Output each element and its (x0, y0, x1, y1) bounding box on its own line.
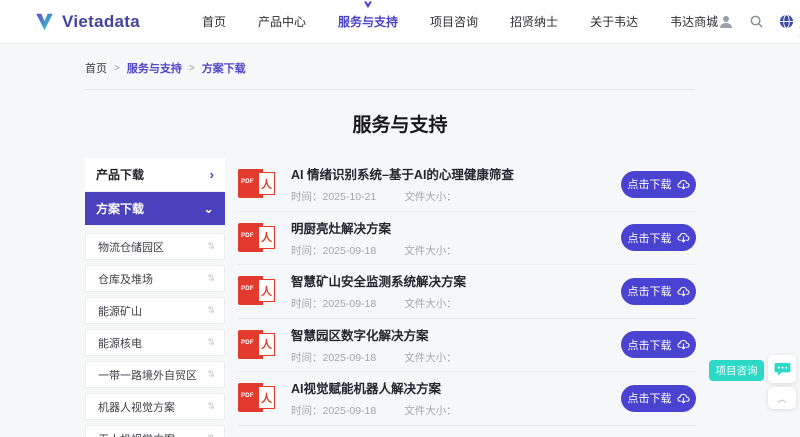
download-button[interactable]: 点击下载 (621, 385, 696, 412)
download-list: PDF 人 AI 情绪识别系统–基于AI的心理健康筛查 时间：2025-10-2… (238, 158, 696, 437)
download-button[interactable]: 点击下载 (621, 331, 696, 358)
list-item-icon: ⇅ (207, 433, 215, 437)
brand-logo[interactable]: Vietadata (33, 11, 140, 33)
chat-bubble-icon (774, 362, 791, 377)
header-actions: 中文 ∨ (718, 5, 800, 39)
download-title[interactable]: 智慧园区数字化解决方案 (291, 325, 457, 344)
nav-item-about[interactable]: 关于韦达 (590, 13, 638, 30)
download-cloud-icon (677, 393, 690, 404)
download-row: PDF 人 AI视觉赋能机器人解决方案 时间：2025-09-18 文件大小： … (238, 372, 696, 426)
download-button[interactable]: 点击下载 (621, 278, 696, 305)
pdf-file-icon: PDF 人 (238, 221, 278, 255)
list-item-icon: ⇅ (207, 369, 215, 380)
breadcrumb: 首页 > 服务与支持 > 方案下载 (85, 60, 695, 90)
nav-item-mall[interactable]: 韦达商城 (670, 13, 718, 30)
language-switcher[interactable]: 中文 ∨ (779, 5, 800, 39)
download-cloud-icon (677, 286, 690, 297)
download-row: PDF 人 智慧园区数字化解决方案 时间：2025-09-18 文件大小： 点击… (238, 319, 696, 373)
sidebar-item-list: 物流仓储园区 ⇅ 仓库及堆场 ⇅ 能源矿山 ⇅ 能源核电 ⇅ 一带一路境外自贸区… (85, 233, 225, 437)
project-consult-button[interactable]: 项目咨询 (709, 360, 764, 381)
pdf-file-icon: PDF 人 (238, 328, 278, 362)
list-item-icon: ⇅ (207, 241, 215, 252)
page-title: 服务与支持 (85, 110, 715, 137)
download-meta: 时间：2025-09-18 文件大小： (291, 243, 457, 258)
download-meta: 时间：2025-09-18 文件大小： (291, 296, 466, 311)
content-area: 产品下载 › 方案下载 ⌄ 物流仓储园区 ⇅ 仓库及堆场 ⇅ 能源矿山 ⇅ 能源… (85, 158, 800, 437)
download-cloud-icon (677, 232, 690, 243)
breadcrumb-separator: > (114, 63, 120, 74)
sidebar-section-solution-downloads[interactable]: 方案下载 ⌄ (85, 192, 225, 226)
download-meta: 时间：2025-10-21 文件大小： (291, 189, 514, 204)
globe-icon (779, 14, 794, 29)
list-item-icon: ⇅ (207, 273, 215, 284)
active-nav-v-icon (364, 1, 373, 9)
collapse-widget-button[interactable]: ︿ (768, 387, 796, 409)
pdf-file-icon: PDF 人 (238, 274, 278, 308)
search-icon[interactable] (749, 14, 764, 29)
sidebar-item-nuclear-power[interactable]: 能源核电 ⇅ (85, 329, 225, 356)
main-nav: 首页 产品中心 服务与支持 项目咨询 招贤纳士 关于韦达 韦达商城 (202, 13, 718, 30)
sidebar-item-energy-mining[interactable]: 能源矿山 ⇅ (85, 297, 225, 324)
sidebar-item-warehouse-yard[interactable]: 仓库及堆场 ⇅ (85, 265, 225, 292)
sidebar-item-logistics-park[interactable]: 物流仓储园区 ⇅ (85, 233, 225, 260)
download-title[interactable]: AI视觉赋能机器人解决方案 (291, 378, 457, 397)
download-meta: 时间：2025-09-18 文件大小： (291, 403, 457, 418)
download-cloud-icon (677, 179, 690, 190)
breadcrumb-support[interactable]: 服务与支持 (127, 60, 182, 76)
user-icon[interactable] (718, 14, 734, 30)
pdf-file-icon: PDF 人 (238, 381, 278, 415)
pdf-file-icon: PDF 人 (238, 167, 278, 201)
chat-widget-button[interactable] (768, 355, 796, 383)
download-button[interactable]: 点击下载 (621, 224, 696, 251)
list-item-icon: ⇅ (207, 305, 215, 316)
chevron-down-icon: ⌄ (203, 201, 214, 217)
download-row: PDF 人 AI 情绪识别系统–基于AI的心理健康筛查 时间：2025-10-2… (238, 158, 696, 212)
download-title[interactable]: 智慧矿山安全监测系统解决方案 (291, 271, 466, 290)
download-title[interactable]: AI 情绪识别系统–基于AI的心理健康筛查 (291, 164, 514, 183)
sidebar-item-drone-vision[interactable]: 无人机视觉方案 ⇅ (85, 425, 225, 437)
sidebar-section-product-downloads[interactable]: 产品下载 › (85, 158, 225, 192)
breadcrumb-home[interactable]: 首页 (85, 60, 107, 76)
brand-v-icon (33, 11, 56, 33)
download-button[interactable]: 点击下载 (621, 171, 696, 198)
nav-item-consult[interactable]: 项目咨询 (430, 13, 478, 30)
top-navbar: Vietadata 首页 产品中心 服务与支持 项目咨询 招贤纳士 关于韦达 韦… (0, 0, 800, 44)
list-item-icon: ⇅ (207, 337, 215, 348)
download-title[interactable]: 明厨亮灶解决方案 (291, 218, 457, 237)
download-row: PDF 人 明厨亮灶解决方案 时间：2025-09-18 文件大小： 点击下载 (238, 212, 696, 266)
breadcrumb-downloads[interactable]: 方案下载 (202, 60, 246, 76)
download-cloud-icon (677, 339, 690, 350)
brand-name: Vietadata (62, 12, 140, 32)
breadcrumb-separator: > (189, 63, 195, 74)
download-row: PDF 人 智慧矿山安全监测系统解决方案 时间：2025-09-18 文件大小：… (238, 265, 696, 319)
download-sidebar: 产品下载 › 方案下载 ⌄ 物流仓储园区 ⇅ 仓库及堆场 ⇅ 能源矿山 ⇅ 能源… (85, 158, 225, 437)
chevron-right-icon: › (210, 167, 214, 182)
sidebar-item-robot-vision[interactable]: 机器人视觉方案 ⇅ (85, 393, 225, 420)
nav-item-careers[interactable]: 招贤纳士 (510, 13, 558, 30)
nav-item-products[interactable]: 产品中心 (258, 13, 306, 30)
nav-item-home[interactable]: 首页 (202, 13, 226, 30)
list-item-icon: ⇅ (207, 401, 215, 412)
download-meta: 时间：2025-09-18 文件大小： (291, 350, 457, 365)
chevron-up-icon: ︿ (777, 392, 786, 405)
download-row: PDF 人 AI视觉赋能无人机解决方案 点击下载 (238, 426, 696, 437)
nav-item-support[interactable]: 服务与支持 (338, 13, 398, 30)
sidebar-item-belt-road-ftz[interactable]: 一带一路境外自贸区 ⇅ (85, 361, 225, 388)
